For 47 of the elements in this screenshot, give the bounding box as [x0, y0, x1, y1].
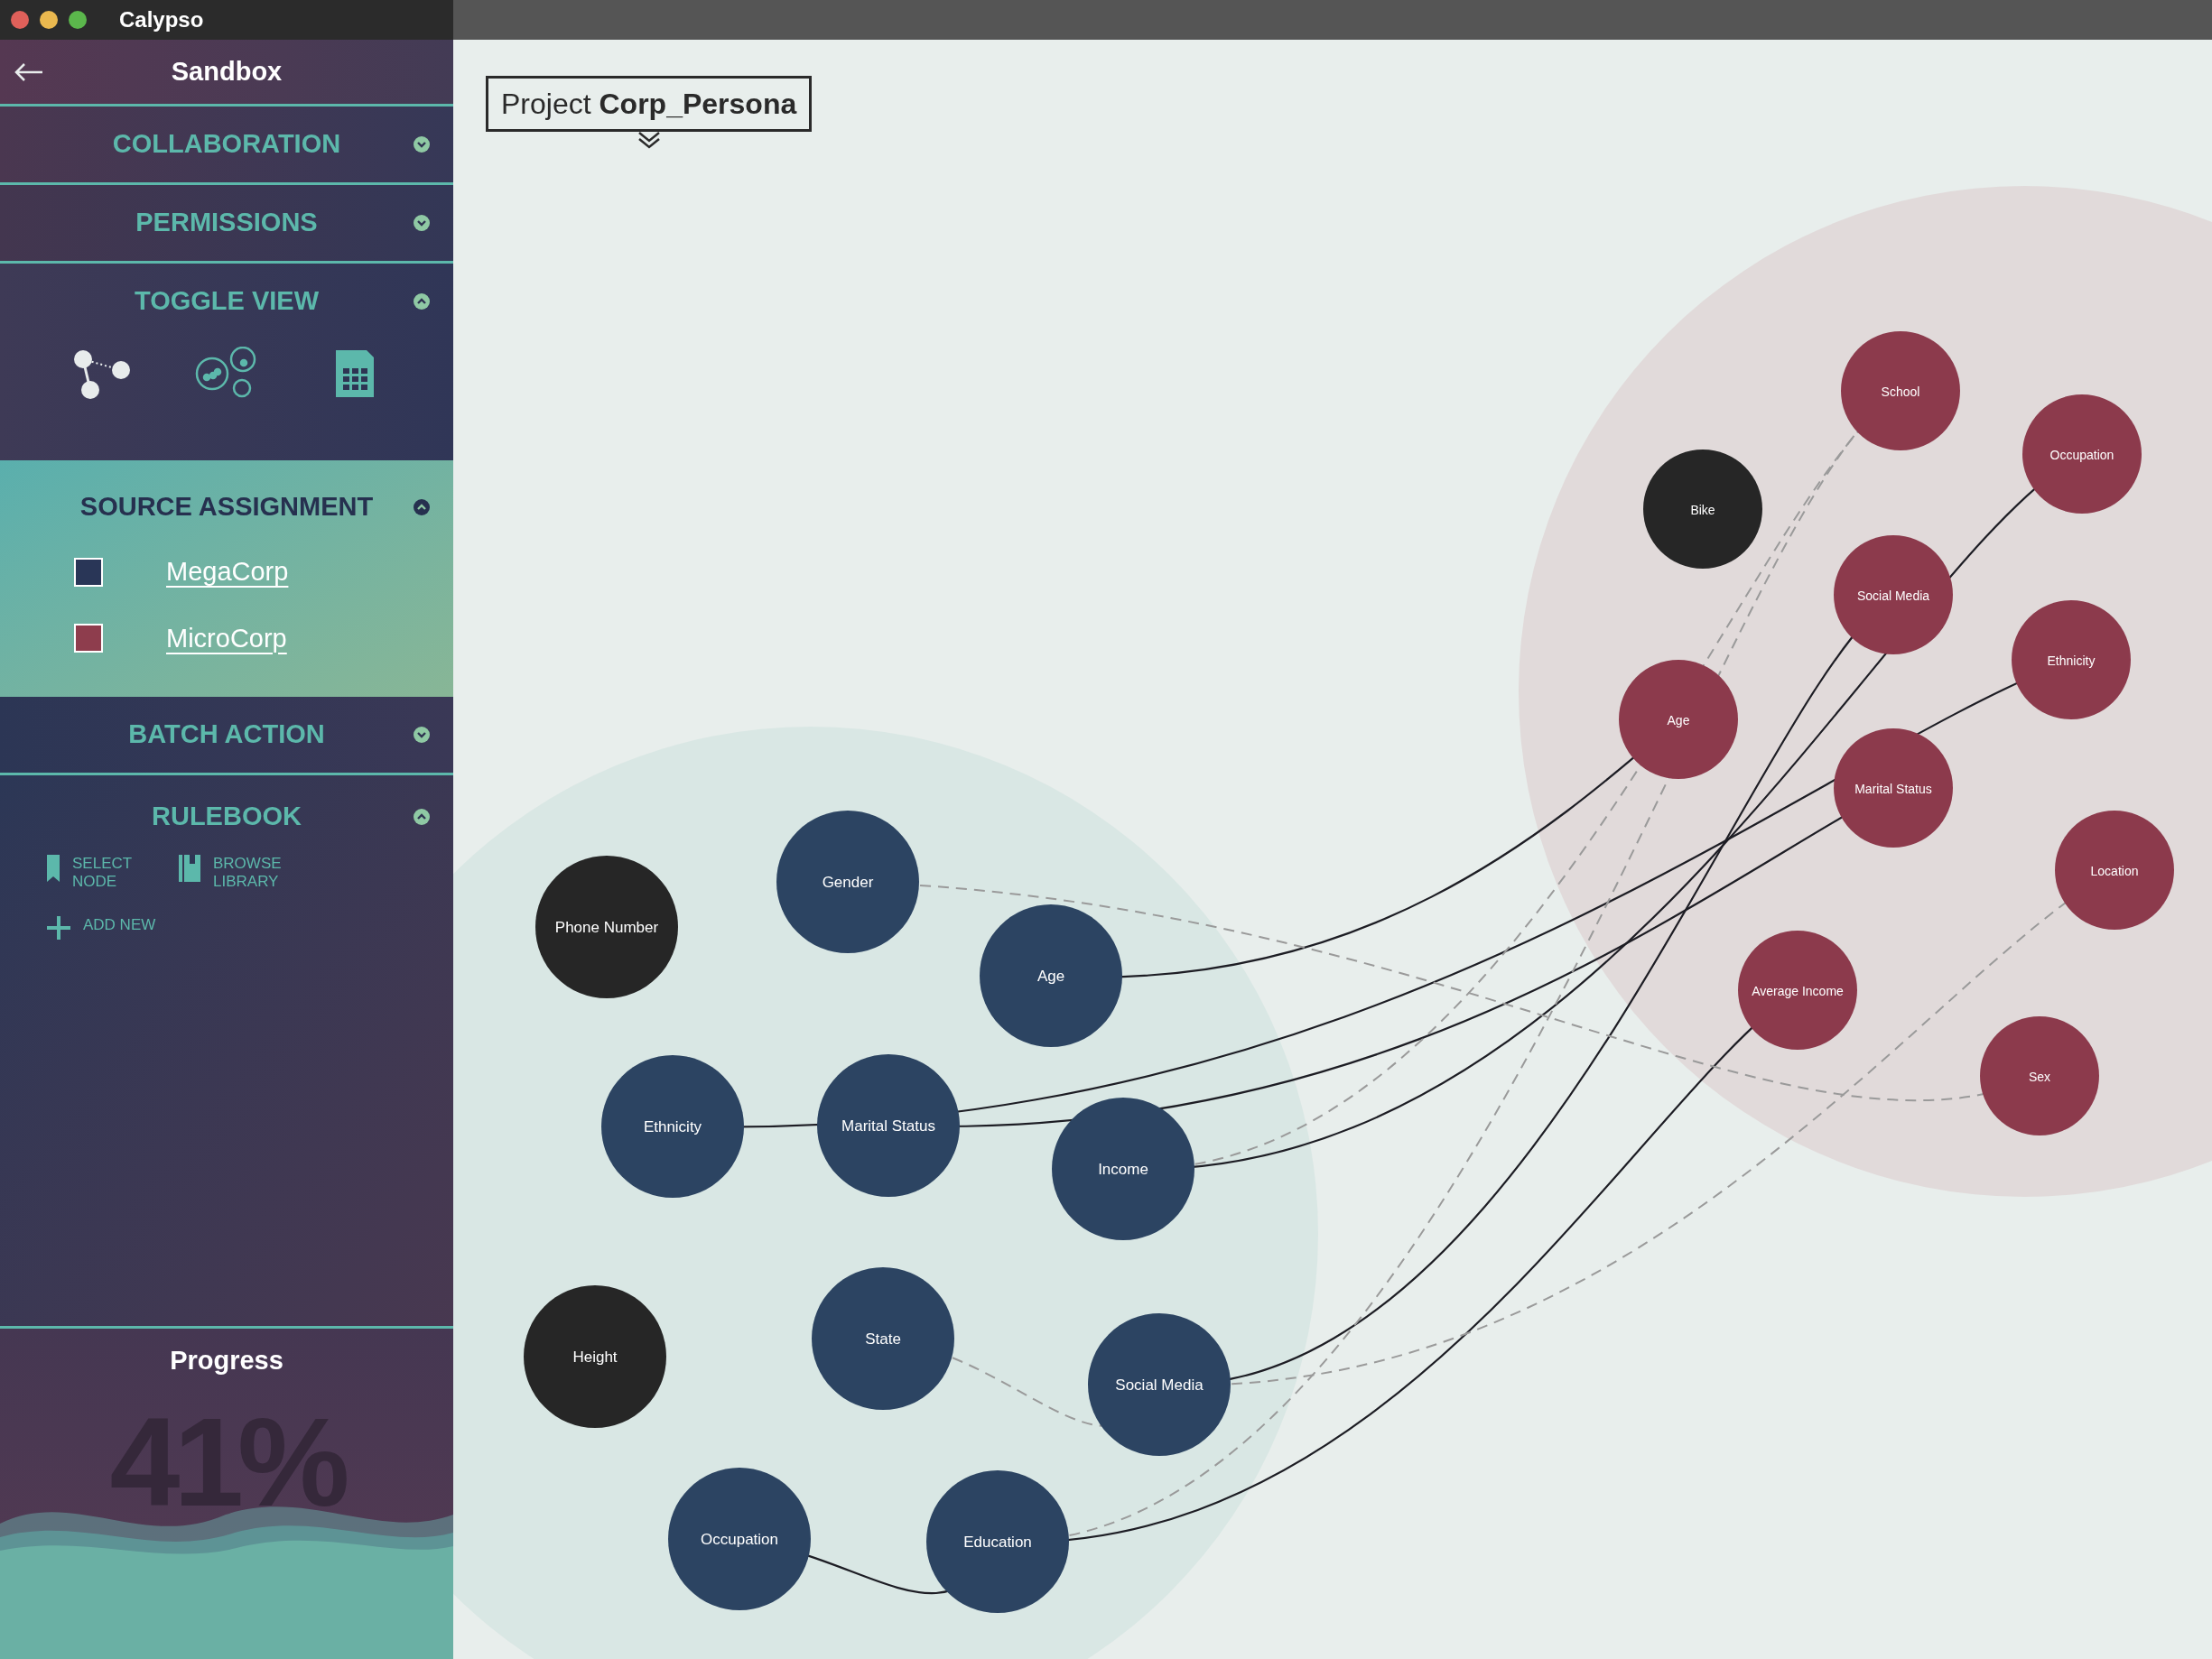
- graph-node[interactable]: Age: [1619, 660, 1738, 779]
- sidebar-title: Sandbox: [171, 55, 283, 88]
- chevron-down-icon: [414, 727, 430, 743]
- graph-node[interactable]: Social Media: [1834, 535, 1953, 654]
- section-header[interactable]: PERMISSIONS: [0, 185, 453, 261]
- graph-node[interactable]: Gender: [776, 811, 919, 953]
- section-header[interactable]: TOGGLE VIEW: [0, 264, 453, 339]
- section-header[interactable]: SOURCE ASSIGNMENT: [0, 469, 453, 545]
- section-header[interactable]: COLLABORATION: [0, 107, 453, 182]
- close-window-button[interactable]: [11, 11, 29, 29]
- graph-node[interactable]: Bike: [1643, 450, 1762, 569]
- rulebook-action[interactable]: ADD NEW: [47, 916, 379, 940]
- graph-node[interactable]: School: [1841, 331, 1960, 450]
- graph-node[interactable]: Income: [1052, 1098, 1194, 1240]
- graph-node[interactable]: State: [812, 1267, 954, 1410]
- graph-node[interactable]: Social Media: [1088, 1313, 1231, 1456]
- chevron-up-icon: [414, 809, 430, 825]
- graph-node[interactable]: Occupation: [2022, 394, 2142, 514]
- graph-node[interactable]: Marital Status: [817, 1054, 960, 1197]
- graph-node[interactable]: Age: [980, 904, 1122, 1047]
- graph-node[interactable]: Sex: [1980, 1016, 2099, 1135]
- window-title: Calypso: [119, 6, 204, 33]
- plus-icon: [47, 916, 70, 940]
- chevron-up-icon: [414, 499, 430, 515]
- section-header[interactable]: BATCH ACTION: [0, 697, 453, 773]
- chevron-down-icon: [414, 215, 430, 231]
- graph-node[interactable]: Education: [926, 1470, 1069, 1613]
- back-arrow-icon[interactable]: [14, 63, 43, 81]
- graph-node[interactable]: Average Income: [1738, 931, 1857, 1050]
- graph-node[interactable]: Location: [2055, 811, 2174, 930]
- bookmark-icon: [47, 855, 60, 882]
- rulebook-action[interactable]: SELECT NODE: [47, 855, 137, 891]
- graph-node[interactable]: Ethnicity: [2012, 600, 2131, 719]
- project-label[interactable]: Project Corp_Persona: [486, 76, 813, 132]
- graph-node[interactable]: Height: [524, 1285, 666, 1428]
- graph-node[interactable]: Phone Number: [535, 856, 678, 998]
- chevron-up-icon: [414, 293, 430, 310]
- progress-title: Progress: [170, 1345, 283, 1376]
- zoom-window-button[interactable]: [69, 11, 87, 29]
- graph-node[interactable]: Occupation: [668, 1468, 811, 1610]
- minimize-window-button[interactable]: [40, 11, 58, 29]
- chevron-down-icon: [414, 136, 430, 153]
- double-chevron-icon[interactable]: [637, 131, 661, 149]
- graph-node[interactable]: Marital Status: [1834, 728, 1953, 848]
- graph-node[interactable]: Ethnicity: [601, 1055, 744, 1198]
- books-icon: [179, 855, 200, 882]
- section-header[interactable]: RULEBOOK: [0, 779, 453, 855]
